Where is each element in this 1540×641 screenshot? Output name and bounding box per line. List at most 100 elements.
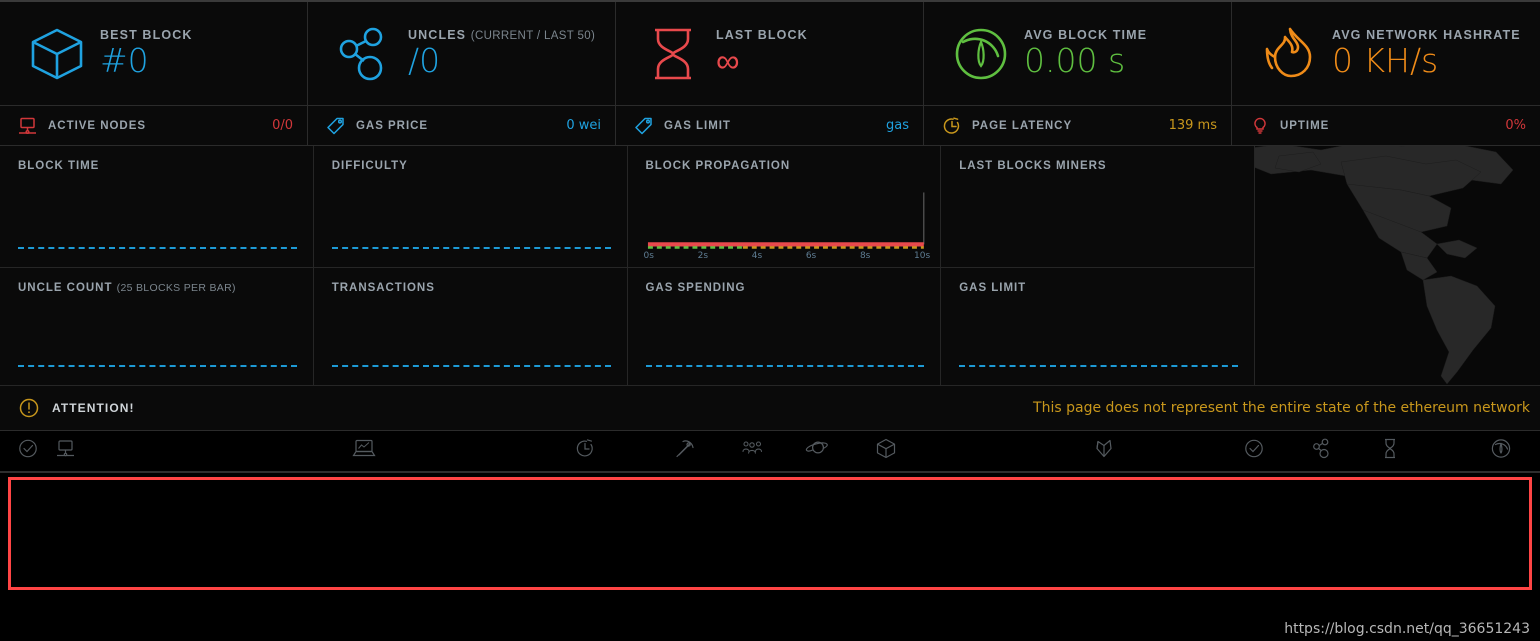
nodes-table-header [0,431,1540,473]
attention-bar: ATTENTION! This page does not represent … [0,386,1540,431]
chart-title: TRANSACTIONS [331,282,435,294]
big-stat-uncles[interactable]: UNCLES (CURRENT / LAST 50) /0 [308,2,615,106]
nodes-table-body[interactable] [8,477,1532,590]
small-stat-value: 0 wei [566,118,601,133]
sparkline [331,247,611,249]
exclamation-circle-icon [18,397,52,419]
axis-tick: 0s [643,251,654,261]
stopwatch-icon[interactable] [575,439,595,464]
sparkline [645,365,925,367]
chart-uncle-count[interactable]: UNCLE COUNT (25 BLOCKS PER BAR) [0,268,314,386]
stat-value: 0.00 s [1024,41,1126,81]
chart-title: BLOCK PROPAGATION [645,160,791,172]
check-circle-icon[interactable] [1244,439,1264,464]
chart-title: GAS LIMIT [959,282,1027,294]
check-circle-icon[interactable] [18,439,38,464]
small-stat-value: 0% [1505,118,1526,133]
stat-label: BEST BLOCK [100,28,193,43]
small-stat-active-nodes[interactable]: ACTIVE NODES 0/0 [0,106,307,146]
world-map-svg [1255,146,1540,385]
hourglass-icon[interactable] [1380,438,1400,465]
chart-transactions[interactable]: TRANSACTIONS [313,268,628,386]
small-stat-label: PAGE LATENCY [972,119,1073,132]
cube-outline-icon[interactable] [875,438,897,465]
chart-title: LAST BLOCKS MINERS [959,160,1107,172]
big-stat-avg-block-time[interactable]: AVG BLOCK TIME 0.00 s [924,2,1231,106]
stat-sublabel: (CURRENT / LAST 50) [470,30,596,43]
axis-tick: 6s [805,251,817,261]
lightbulb-icon [1250,117,1280,135]
nodes-table-body-wrapper [0,473,1540,590]
gauge-icon [942,23,1020,85]
stat-column-avg-block-time: AVG BLOCK TIME 0.00 s PAGE LATENCY 139 m… [924,2,1232,146]
stat-label: UNCLES (CURRENT / LAST 50) [408,28,596,43]
small-stat-value: 139 ms [1168,118,1217,133]
attention-label: ATTENTION! [52,401,135,415]
chart-gas-limit[interactable]: GAS LIMIT [941,268,1255,386]
attention-message: This page does not represent the entire … [1033,400,1530,416]
stat-column-best-block: BEST BLOCK #0 ACTIVE NODES 0/0 [0,2,308,146]
axis-tick: 2s [697,251,709,261]
axis-tick: 8s [859,251,871,261]
stat-label: LAST BLOCK [716,28,808,43]
sparkline [331,365,611,367]
small-stat-label: ACTIVE NODES [48,119,146,132]
stat-value: ∞ [716,41,740,81]
axis-tick: 10s [914,251,931,261]
propagation-plot: 0s 2s 4s 6s 8s 10s [644,180,931,261]
gas-tag-icon [326,117,356,135]
flame-icon [1250,23,1328,85]
charts-left: BLOCK TIME DIFFICULTY BLOCK PROPAGATION [0,146,1255,386]
chart-title: BLOCK TIME [18,160,100,172]
cube-icon [18,23,96,85]
small-stat-uptime[interactable]: UPTIME 0% [1232,106,1540,146]
small-stat-gas-price[interactable]: GAS PRICE 0 wei [308,106,615,146]
ethstats-dashboard: BEST BLOCK #0 ACTIVE NODES 0/0 UNCLES (C… [0,0,1540,641]
big-stat-best-block[interactable]: BEST BLOCK #0 [0,2,307,106]
sparkline [18,365,297,367]
monitor-nodes-icon [18,117,48,135]
chart-last-blocks-miners[interactable]: LAST BLOCKS MINERS [941,146,1255,268]
stat-label: AVG NETWORK HASHRATE [1332,28,1521,43]
small-stat-page-latency[interactable]: PAGE LATENCY 139 ms [924,106,1231,146]
small-stat-value: 0/0 [272,118,293,133]
stat-column-last-block: LAST BLOCK ∞ GAS LIMIT gas [616,2,924,146]
monitor-node-icon[interactable] [56,440,76,463]
uncles-graph-icon [326,23,404,85]
peers-icon[interactable] [740,440,764,463]
stopwatch-icon [942,116,972,135]
pickaxe-icon[interactable] [674,438,696,465]
chart-row-top: BLOCK TIME DIFFICULTY BLOCK PROPAGATION [0,146,1255,268]
chart-gas-spending[interactable]: GAS SPENDING [627,268,942,386]
stat-column-uncles: UNCLES (CURRENT / LAST 50) /0 GAS PRICE … [308,2,616,146]
charts-area: BLOCK TIME DIFFICULTY BLOCK PROPAGATION [0,146,1540,386]
big-stat-avg-network-hashrate[interactable]: AVG NETWORK HASHRATE 0 KH/s [1232,2,1540,106]
sparkline [18,247,297,249]
stat-value: /0 [408,41,441,81]
chart-title: UNCLE COUNT (25 BLOCKS PER BAR) [18,282,236,294]
chart-block-propagation[interactable]: BLOCK PROPAGATION 0s 2s 4s 6s 8s 10s [627,146,942,268]
propagation-svg [647,192,924,249]
chart-difficulty[interactable]: DIFFICULTY [313,146,628,268]
laptop-chart-icon[interactable] [352,439,376,464]
axis-tick: 4s [751,251,763,261]
chart-block-time[interactable]: BLOCK TIME [0,146,314,268]
gauge-circle-icon[interactable] [1490,438,1512,465]
small-stat-value: gas [886,118,909,133]
stat-value: 0 KH/s [1332,41,1439,81]
small-stat-label: UPTIME [1280,119,1330,132]
sparkline [959,365,1238,367]
small-stat-label: GAS LIMIT [664,119,731,132]
small-stat-label: GAS PRICE [356,119,429,132]
stat-label: AVG BLOCK TIME [1024,28,1148,43]
diamond-icon[interactable] [1093,438,1115,465]
big-stat-last-block[interactable]: LAST BLOCK ∞ [616,2,923,106]
propagation-axis: 0s 2s 4s 6s 8s 10s [644,251,931,261]
small-stat-gas-limit[interactable]: GAS LIMIT gas [616,106,923,146]
chart-row-bottom: UNCLE COUNT (25 BLOCKS PER BAR) TRANSACT… [0,268,1255,386]
stat-value: #0 [100,41,149,81]
chart-title: DIFFICULTY [331,160,408,172]
planet-icon[interactable] [805,439,829,464]
uncles-graph-icon[interactable] [1312,438,1332,465]
world-map[interactable] [1255,146,1540,386]
